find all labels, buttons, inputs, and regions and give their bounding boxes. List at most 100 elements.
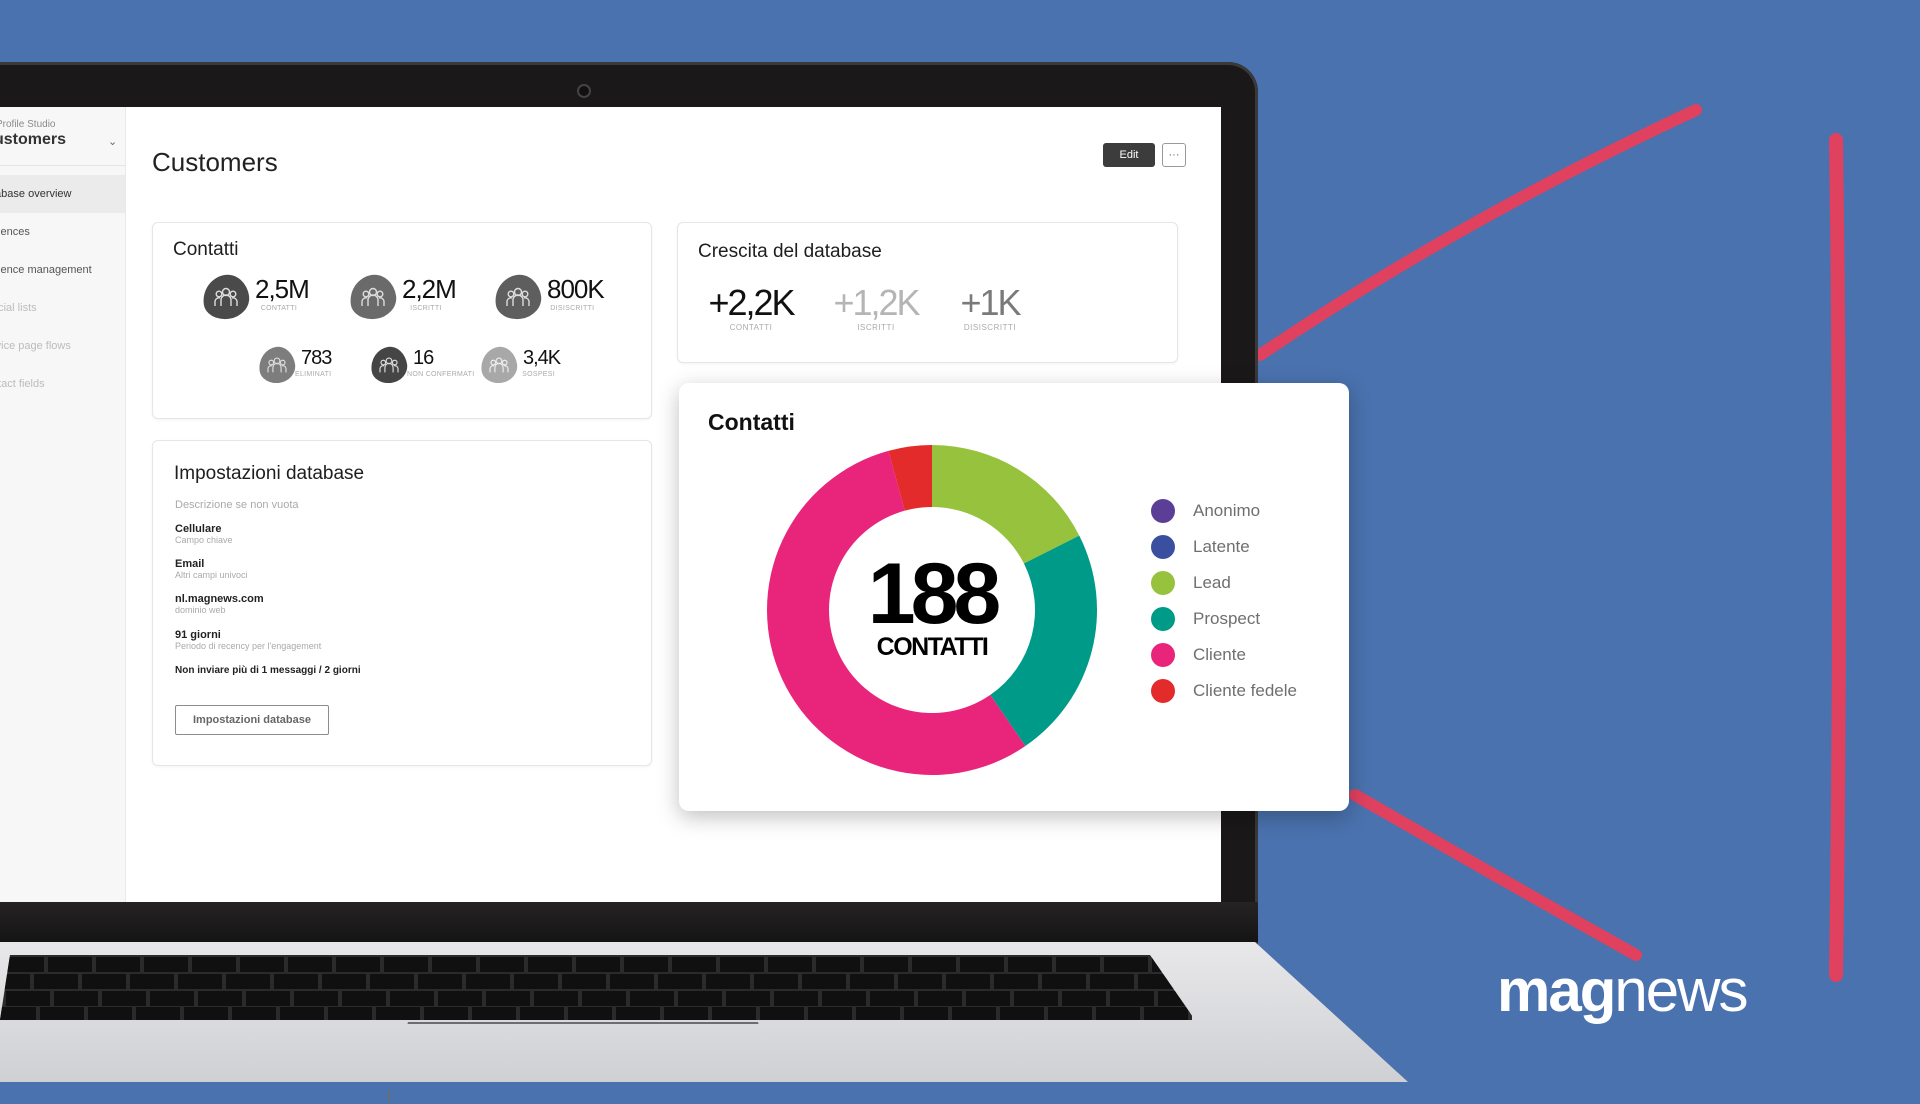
legend-label: Prospect xyxy=(1193,609,1261,628)
growth-disiscritti: +1K DISISCRITTI xyxy=(945,282,1035,333)
contacts-card-title: Contatti xyxy=(173,239,239,260)
stat-label: DISISCRITTI xyxy=(550,305,595,312)
legend-dot xyxy=(1151,499,1175,523)
sidebar-section-title[interactable]: ustomers xyxy=(0,131,66,149)
legend-label: Latente xyxy=(1193,537,1250,556)
settings-card: Impostazioni database Descrizione se non… xyxy=(152,440,652,766)
legend-item-cliente-fedele[interactable]: Cliente fedele xyxy=(1151,673,1297,709)
settings-row-domain: nl.magnews.com dominio web xyxy=(175,593,264,615)
keyboard xyxy=(0,955,1195,1020)
laptop-chin xyxy=(0,902,1258,942)
edit-button[interactable]: Edit xyxy=(1103,143,1155,167)
sidebar-divider xyxy=(0,165,125,166)
settings-key: nl.magnews.com xyxy=(175,593,264,605)
growth-label: ISCRITTI xyxy=(857,323,895,332)
settings-row-email: Email Altri campi univoci xyxy=(175,558,248,580)
legend-item-cliente[interactable]: Cliente xyxy=(1151,637,1297,673)
legend-dot xyxy=(1151,679,1175,703)
stat-iscritti: 2,2M ISCRITTI xyxy=(347,272,457,322)
stat-label: NON CONFERMATI xyxy=(407,371,475,378)
settings-value: Periodo di recency per l'engagement xyxy=(175,641,322,651)
chevron-down-icon[interactable]: ⌄ xyxy=(108,135,117,148)
legend-dot xyxy=(1151,535,1175,559)
settings-card-title: Impostazioni database xyxy=(174,463,365,484)
settings-value: Campo chiave xyxy=(175,535,233,545)
growth-card: Crescita del database +2,2K CONTATTI +1,… xyxy=(677,222,1178,363)
donut-unit: CONTATTI xyxy=(876,633,989,661)
legend-item-anonimo[interactable]: Anonimo xyxy=(1151,493,1297,529)
growth-value: +2,2K xyxy=(708,282,795,323)
camera-icon xyxy=(577,84,591,98)
database-settings-button[interactable]: Impostazioni database xyxy=(175,705,329,735)
sidebar-app-label: Profile Studio xyxy=(0,119,56,130)
settings-key: 91 giorni xyxy=(175,629,221,641)
people-icon xyxy=(368,344,410,386)
legend-label: Cliente xyxy=(1193,645,1246,664)
donut-chart: 188 CONTATTI xyxy=(767,445,1097,775)
legend-item-latente[interactable]: Latente xyxy=(1151,529,1297,565)
people-icon xyxy=(347,272,399,322)
logo-light: news xyxy=(1614,957,1748,1024)
donut-card-title: Contatti xyxy=(708,409,795,435)
stat-non-confermati: 16 NON CONFERMATI xyxy=(368,344,475,386)
legend-dot xyxy=(1151,643,1175,667)
sidebar-item-special-lists[interactable]: ecial lists xyxy=(0,289,125,327)
growth-contatti: +2,2K CONTATTI xyxy=(706,282,796,333)
growth-iscritti: +1,2K ISCRITTI xyxy=(831,282,921,333)
settings-description: Descrizione se non vuota xyxy=(175,499,299,511)
growth-label: CONTATTI xyxy=(729,323,773,332)
settings-key: Cellulare xyxy=(175,523,222,535)
growth-value: +1K xyxy=(960,282,1021,323)
legend-item-prospect[interactable]: Prospect xyxy=(1151,601,1297,637)
settings-value: dominio web xyxy=(175,605,226,615)
trackpad xyxy=(388,1022,780,1102)
logo-bold: mag xyxy=(1497,957,1616,1024)
legend-label: Cliente fedele xyxy=(1193,681,1297,700)
stat-eliminati: 783 ELIMINATI xyxy=(256,344,332,386)
settings-key: Email xyxy=(175,558,205,570)
settings-value: Altri campi univoci xyxy=(175,570,248,580)
legend-dot xyxy=(1151,607,1175,631)
sidebar-item-service-page-flows[interactable]: rvice page flows xyxy=(0,327,125,365)
legend-label: Lead xyxy=(1193,573,1231,592)
sidebar-item-audiences[interactable]: diences xyxy=(0,213,125,251)
stat-value: 800K xyxy=(547,274,605,304)
legend-item-lead[interactable]: Lead xyxy=(1151,565,1297,601)
contacts-donut-card: Contatti 188 CONTATTI Anonimo Latente Lead… xyxy=(679,383,1349,811)
magnews-logo: magnews xyxy=(1497,956,1748,1025)
page-title: Customers xyxy=(152,147,278,177)
stat-disiscritti: 800K DISISCRITTI xyxy=(492,272,605,322)
contacts-card: Contatti 2,5M CONTATTI 2,2M ISCRITTI 800K D… xyxy=(152,222,652,419)
legend-dot xyxy=(1151,571,1175,595)
more-options-button[interactable]: ··· xyxy=(1162,143,1186,167)
sidebar-item-audience-management[interactable]: dience management xyxy=(0,251,125,289)
settings-row-cellulare: Cellulare Campo chiave xyxy=(175,523,233,545)
stat-value: 2,2M xyxy=(402,274,457,304)
donut-total: 188 xyxy=(867,546,1001,642)
stat-value: 2,5M xyxy=(255,274,310,304)
growth-value: +1,2K xyxy=(833,282,920,323)
stat-sospesi: 3,4K SOSPESI xyxy=(478,344,561,386)
growth-card-title: Crescita del database xyxy=(698,241,882,262)
settings-frequency-limit: Non inviare più di 1 messaggi / 2 giorni xyxy=(175,665,361,676)
stat-value: 783 xyxy=(301,347,332,369)
stat-value: 3,4K xyxy=(523,347,561,369)
stat-value: 16 xyxy=(413,347,434,369)
sidebar-item-contact-fields[interactable]: ntact fields xyxy=(0,365,125,403)
growth-label: DISISCRITTI xyxy=(963,323,1017,332)
donut-center: 188 CONTATTI xyxy=(767,445,1097,775)
legend-label: Anonimo xyxy=(1193,501,1261,520)
stat-label: ISCRITTI xyxy=(410,305,442,312)
chart-legend: Anonimo Latente Lead Prospect Cliente Cliente… xyxy=(1151,493,1297,709)
sidebar: Profile Studio ustomers ⌄ tabase overvie… xyxy=(0,107,126,902)
people-icon xyxy=(478,344,520,386)
stat-contatti: 2,5M CONTATTI xyxy=(200,272,310,322)
sidebar-item-database-overview[interactable]: tabase overview xyxy=(0,175,125,213)
stat-label: CONTATTI xyxy=(260,305,298,312)
people-icon xyxy=(492,272,544,322)
stat-label: SOSPESI xyxy=(522,371,555,378)
stat-label: ELIMINATI xyxy=(295,371,332,378)
settings-row-recency: 91 giorni Periodo di recency per l'engag… xyxy=(175,629,321,651)
people-icon xyxy=(256,344,298,386)
people-icon xyxy=(200,272,252,322)
